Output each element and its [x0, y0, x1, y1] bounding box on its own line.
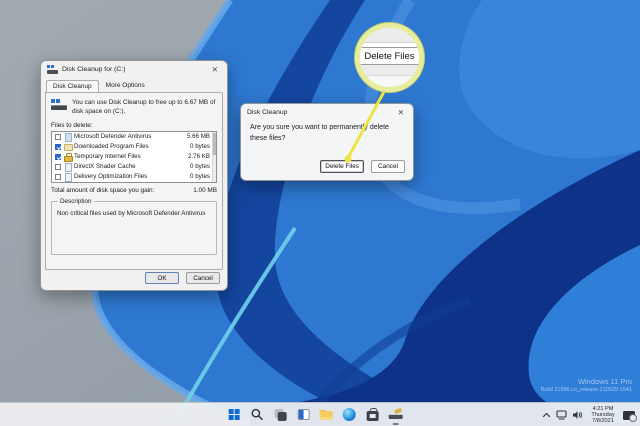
- confirm-message: Are you sure you want to permanently del…: [250, 124, 389, 142]
- file-type-icon: [64, 163, 72, 173]
- file-row[interactable]: Microsoft Defender Antivirus 5.66 MB: [52, 132, 216, 143]
- file-name: Delivery Optimization Files: [74, 173, 148, 181]
- store-bag-icon: [366, 408, 379, 421]
- file-name: Temporary Internet Files: [74, 153, 141, 161]
- callout-delete-files-label: Delete Files: [360, 48, 419, 65]
- total-gain-label: Total amount of disk space you gain:: [51, 186, 155, 194]
- window-title: Disk Cleanup for (C:): [62, 65, 126, 73]
- callout-band: [360, 28, 419, 43]
- watermark-edition: Windows 11 Pro: [577, 377, 632, 386]
- cleanup-tabs: Disk Cleanup More Options: [41, 78, 227, 93]
- task-view-button[interactable]: [272, 406, 289, 423]
- cleanup-buttons: OK Cancel: [145, 272, 220, 284]
- files-listbox[interactable]: Microsoft Defender Antivirus 5.66 MB Dow…: [51, 130, 217, 183]
- desktop: Windows 11 Pro Build 21996.co_release.21…: [0, 0, 640, 426]
- cleanup-intro-text: You can use Disk Cleanup to free up to 6…: [72, 99, 216, 116]
- taskbar-clock[interactable]: 4:21 PM Thursday 7/8/2021: [588, 406, 618, 425]
- checkbox[interactable]: [55, 143, 61, 150]
- file-name: Microsoft Defender Antivirus: [74, 133, 152, 141]
- total-gain-value: 1.00 MB: [193, 186, 217, 194]
- file-type-icon: [64, 133, 72, 143]
- windows-logo-icon: [228, 409, 240, 420]
- listbox-scrollbar[interactable]: [212, 131, 216, 182]
- file-size: 5.66 MB: [186, 133, 210, 141]
- widgets-button[interactable]: [295, 406, 312, 423]
- start-button[interactable]: [226, 406, 243, 423]
- cleanup-intro: You can use Disk Cleanup to free up to 6…: [51, 98, 217, 117]
- file-row[interactable]: Delivery Optimization Files 0 bytes: [52, 172, 216, 182]
- cancel-button[interactable]: Cancel: [371, 160, 405, 173]
- confirm-titlebar[interactable]: Disk Cleanup ✕: [241, 104, 413, 120]
- disk-cleanup-app-icon: [47, 64, 58, 74]
- file-row[interactable]: DirectX Shader Cache 0 bytes: [52, 162, 216, 173]
- confirm-buttons: Delete Files Cancel: [320, 160, 405, 173]
- file-row-partial: [52, 182, 216, 183]
- widgets-icon: [297, 409, 310, 420]
- file-size: 0 bytes: [190, 143, 210, 151]
- search-icon: [251, 408, 263, 421]
- delete-files-button[interactable]: Delete Files: [320, 160, 364, 173]
- checkbox[interactable]: [55, 163, 61, 170]
- file-size: 0 bytes: [190, 163, 210, 171]
- tab-more-options[interactable]: More Options: [99, 79, 152, 92]
- checkbox[interactable]: [55, 173, 61, 180]
- taskbar-icons: [226, 406, 404, 423]
- cancel-button[interactable]: Cancel: [186, 272, 220, 284]
- microsoft-store-button[interactable]: [364, 406, 381, 423]
- chevron-up-icon[interactable]: [542, 411, 551, 419]
- lock-icon: [64, 153, 73, 163]
- cleanup-tab-panel: You can use Disk Cleanup to free up to 6…: [45, 92, 223, 270]
- callout-magnifier-circle: Delete Files: [355, 23, 424, 92]
- checkbox[interactable]: [55, 153, 61, 160]
- edge-icon: [342, 408, 356, 421]
- watermark-build: Build 21996.co_release.210529-1541: [540, 387, 632, 393]
- taskbar: 4:21 PM Thursday 7/8/2021: [0, 402, 640, 426]
- close-icon[interactable]: ✕: [395, 108, 407, 117]
- file-name: Downloaded Program Files: [74, 143, 149, 151]
- file-row[interactable]: Downloaded Program Files 0 bytes: [52, 142, 216, 152]
- folder-icon: [319, 409, 333, 420]
- callout-band: [360, 65, 419, 76]
- description-text: Non critical files used by Microsoft Def…: [57, 209, 206, 217]
- hard-drive-icon: [51, 99, 67, 112]
- disk-cleanup-icon: [388, 408, 403, 420]
- file-type-icon: [64, 173, 72, 182]
- file-size: 2.76 KB: [187, 153, 210, 161]
- ok-button[interactable]: OK: [145, 272, 179, 284]
- file-type-icon: [64, 143, 73, 152]
- search-button[interactable]: [249, 406, 266, 423]
- files-to-delete-label: Files to delete:: [51, 121, 93, 129]
- edge-button[interactable]: [341, 406, 358, 423]
- close-icon[interactable]: ✕: [209, 65, 221, 74]
- total-gain-row: Total amount of disk space you gain: 1.0…: [51, 187, 217, 194]
- build-watermark: Windows 11 Pro Build 21996.co_release.21…: [541, 377, 632, 394]
- system-tray: 4:21 PM Thursday 7/8/2021: [542, 403, 637, 426]
- network-icon[interactable]: [556, 410, 567, 420]
- file-explorer-button[interactable]: [318, 406, 335, 423]
- disk-cleanup-titlebar[interactable]: Disk Cleanup for (C:) ✕: [41, 61, 227, 77]
- file-name: DirectX Shader Cache: [74, 163, 136, 171]
- tray-monitor-badge-icon[interactable]: [623, 410, 637, 422]
- disk-cleanup-window: Disk Cleanup for (C:) ✕ Disk Cleanup Mor…: [40, 60, 228, 291]
- dialog-title: Disk Cleanup: [247, 108, 288, 116]
- checkbox[interactable]: [55, 133, 61, 140]
- file-row[interactable]: Temporary Internet Files 2.76 KB: [52, 152, 216, 163]
- volume-icon[interactable]: [572, 410, 583, 420]
- file-size: 0 bytes: [190, 173, 210, 181]
- confirm-delete-dialog: Disk Cleanup ✕ Are you sure you want to …: [240, 103, 414, 181]
- clock-date: 7/8/2021: [592, 418, 614, 425]
- description-groupbox: Description Non critical files used by M…: [51, 197, 217, 255]
- description-label: Description: [58, 197, 94, 205]
- disk-cleanup-taskbar-button[interactable]: [387, 406, 404, 423]
